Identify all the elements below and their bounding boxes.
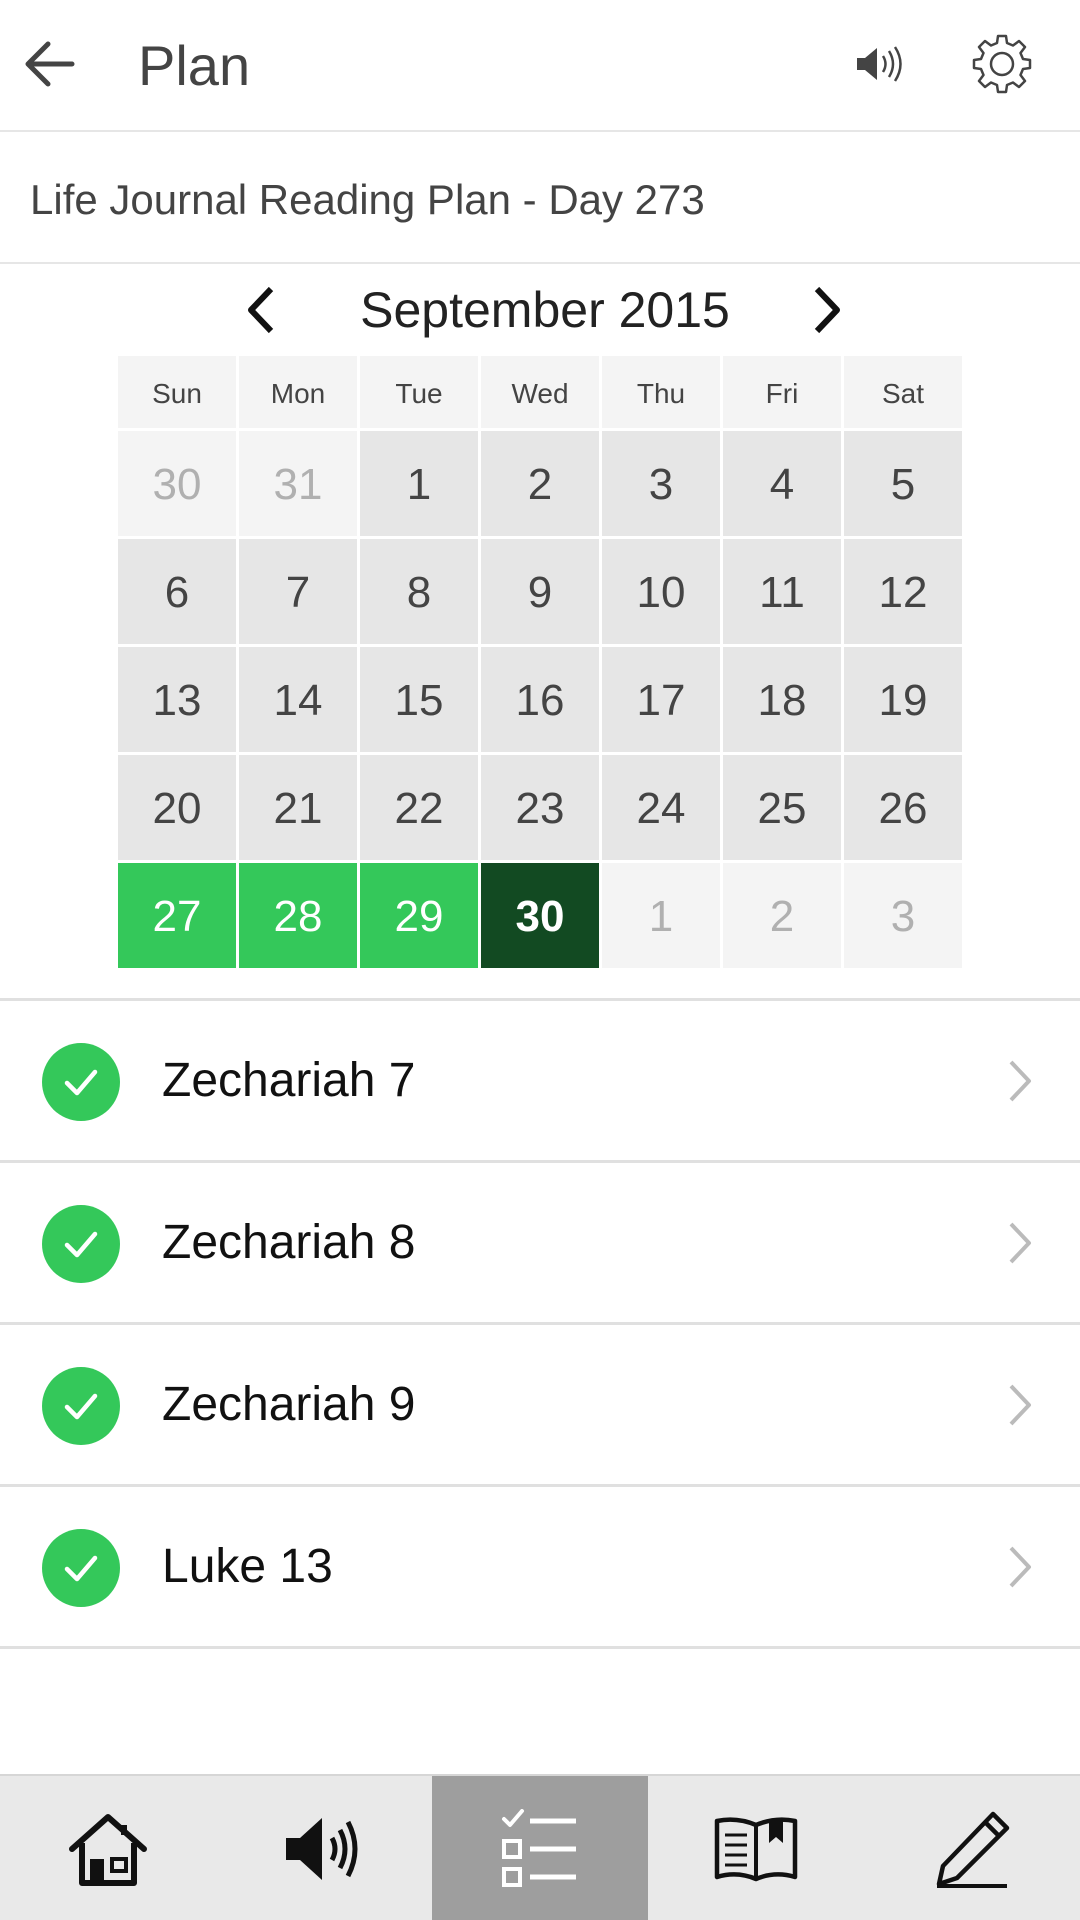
calendar-day[interactable]: 3: [844, 863, 962, 968]
completed-check-icon[interactable]: [42, 1529, 120, 1607]
calendar-days: 30 31 1 2 3 4 5 6 7 8 9 10 11 12 13 14 15 16 17 18 19 20 21 22 2…: [118, 431, 964, 968]
calendar-day[interactable]: 10: [602, 539, 720, 644]
chevron-right-icon: [814, 286, 840, 334]
app-bar: Plan: [0, 0, 1080, 132]
calendar-day[interactable]: 26: [844, 755, 962, 860]
calendar-day[interactable]: 29: [360, 863, 478, 968]
settings-button[interactable]: [968, 30, 1036, 98]
back-arrow-icon: [25, 41, 75, 87]
calendar-day[interactable]: 5: [844, 431, 962, 536]
nav-tab-bible[interactable]: [648, 1776, 864, 1920]
calendar-day[interactable]: 18: [723, 647, 841, 752]
calendar-day[interactable]: 6: [118, 539, 236, 644]
reading-label: Luke 13: [162, 1540, 333, 1593]
reading-item[interactable]: Zechariah 8: [0, 1163, 1080, 1325]
calendar-day[interactable]: 31: [239, 431, 357, 536]
plan-name: Life Journal Reading Plan - Day 273: [30, 176, 705, 223]
reading-label: Zechariah 8: [162, 1216, 416, 1269]
completed-check-icon[interactable]: [42, 1367, 120, 1445]
chevron-right-icon: [1002, 1377, 1038, 1433]
weekday-label: Sat: [844, 356, 962, 428]
chevron-right-icon: [1002, 1215, 1038, 1271]
gear-icon: [972, 34, 1032, 94]
weekday-label: Thu: [602, 356, 720, 428]
previous-month-button[interactable]: [232, 282, 288, 338]
calendar-day[interactable]: 22: [360, 755, 478, 860]
reading-item[interactable]: Zechariah 7: [0, 1001, 1080, 1163]
calendar-day[interactable]: 1: [360, 431, 478, 536]
next-month-button[interactable]: [800, 282, 856, 338]
calendar-day[interactable]: 30: [118, 431, 236, 536]
month-navigation: September 2015: [0, 266, 1080, 356]
nav-tab-audio[interactable]: [216, 1776, 432, 1920]
calendar-day[interactable]: 1: [602, 863, 720, 968]
home-icon: [69, 1814, 147, 1886]
month-label: September 2015: [360, 282, 730, 338]
calendar-day[interactable]: 3: [602, 431, 720, 536]
weekday-label: Tue: [360, 356, 478, 428]
page-title: Plan: [138, 34, 251, 97]
nav-tab-journal[interactable]: [864, 1776, 1080, 1920]
chevron-right-icon: [1002, 1539, 1038, 1595]
bottom-navigation: [0, 1774, 1080, 1920]
weekday-label: Fri: [723, 356, 841, 428]
back-button[interactable]: [18, 32, 82, 96]
reading-item[interactable]: Zechariah 9: [0, 1325, 1080, 1487]
speaker-icon: [857, 46, 902, 82]
reading-label: Zechariah 7: [162, 1054, 416, 1107]
nav-tab-plan[interactable]: [432, 1776, 648, 1920]
calendar-day[interactable]: 28: [239, 863, 357, 968]
checklist-icon: [502, 1809, 576, 1887]
reading-item[interactable]: Luke 13: [0, 1487, 1080, 1649]
calendar-day[interactable]: 14: [239, 647, 357, 752]
calendar-day[interactable]: 7: [239, 539, 357, 644]
calendar-day[interactable]: 25: [723, 755, 841, 860]
plan-header: Life Journal Reading Plan - Day 273: [0, 132, 1080, 264]
audio-button[interactable]: [852, 34, 912, 94]
calendar-day-today[interactable]: 30: [481, 863, 599, 968]
weekday-label: Mon: [239, 356, 357, 428]
calendar-day[interactable]: 12: [844, 539, 962, 644]
calendar-day[interactable]: 2: [481, 431, 599, 536]
calendar-day[interactable]: 24: [602, 755, 720, 860]
pencil-icon: [936, 1811, 1010, 1888]
calendar-day[interactable]: 15: [360, 647, 478, 752]
calendar-day[interactable]: 11: [723, 539, 841, 644]
weekday-label: Wed: [481, 356, 599, 428]
calendar-day[interactable]: 23: [481, 755, 599, 860]
calendar-day[interactable]: 13: [118, 647, 236, 752]
nav-tab-home[interactable]: [0, 1776, 216, 1920]
calendar-day[interactable]: 20: [118, 755, 236, 860]
completed-check-icon[interactable]: [42, 1043, 120, 1121]
reading-list: Zechariah 7 Zechariah 8 Zechariah 9 Luke 13: [0, 998, 1080, 1649]
weekday-label: Sun: [118, 356, 236, 428]
chevron-right-icon: [1002, 1053, 1038, 1109]
chevron-left-icon: [248, 286, 274, 334]
calendar-day[interactable]: 27: [118, 863, 236, 968]
calendar-day[interactable]: 19: [844, 647, 962, 752]
calendar: Sun Mon Tue Wed Thu Fri Sat 30 31 1 2 3 4 5 6 7 8 9 10 11 1…: [118, 356, 964, 968]
calendar-day[interactable]: 8: [360, 539, 478, 644]
calendar-day[interactable]: 9: [481, 539, 599, 644]
calendar-day[interactable]: 21: [239, 755, 357, 860]
calendar-day[interactable]: 16: [481, 647, 599, 752]
reading-label: Zechariah 9: [162, 1378, 416, 1431]
completed-check-icon[interactable]: [42, 1205, 120, 1283]
book-icon: [714, 1817, 798, 1882]
weekday-header: Sun Mon Tue Wed Thu Fri Sat: [118, 356, 964, 428]
calendar-day[interactable]: 2: [723, 863, 841, 968]
calendar-day[interactable]: 17: [602, 647, 720, 752]
speaker-icon: [286, 1818, 358, 1880]
calendar-day[interactable]: 4: [723, 431, 841, 536]
